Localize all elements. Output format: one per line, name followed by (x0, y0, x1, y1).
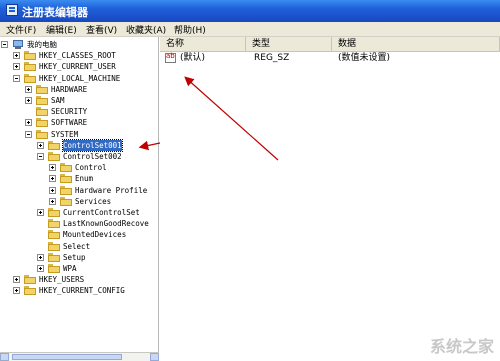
annotation-arrows (138, 76, 279, 161)
arrow-to-selected-key (138, 140, 161, 151)
arrow-to-default-value (184, 76, 279, 161)
watermark: 系统之家 (429, 337, 494, 356)
